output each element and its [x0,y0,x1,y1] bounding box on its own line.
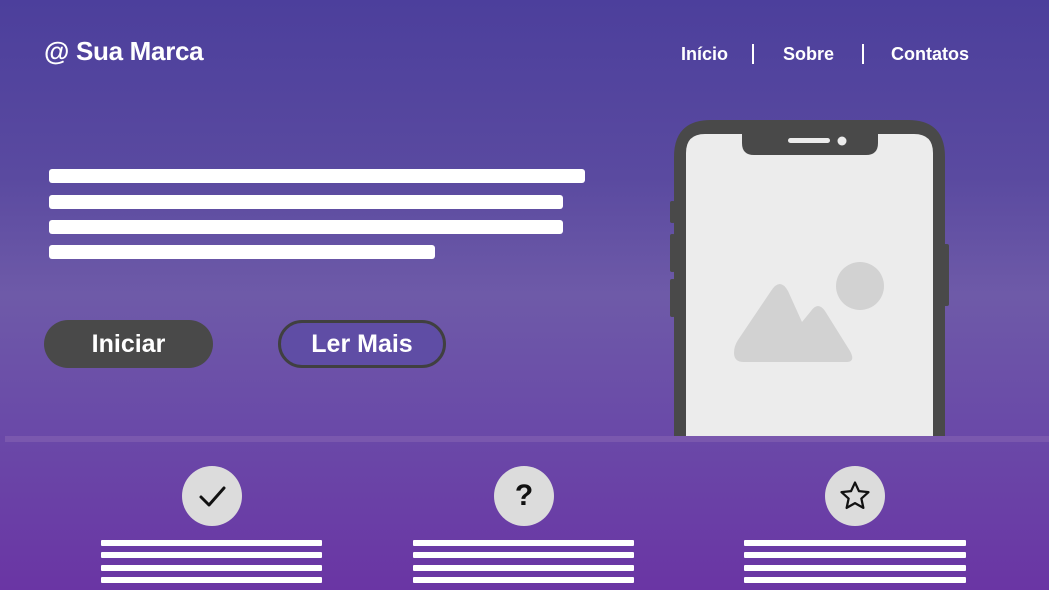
text-line [744,540,966,546]
text-line [744,552,966,558]
section-divider [5,436,1049,442]
text-line [413,552,634,558]
nav-divider [862,44,864,64]
text-line [101,577,322,583]
nav-item-inicio[interactable]: Início [681,44,728,65]
nav-divider [752,44,754,64]
phone-camera [837,136,847,146]
nav-item-sobre[interactable]: Sobre [783,44,834,65]
text-line [49,245,435,259]
text-line [101,540,322,546]
text-line [413,540,634,546]
read-more-button[interactable]: Ler Mais [278,320,446,368]
text-line [744,565,966,571]
phone-screen [686,134,933,439]
text-line [49,220,563,234]
top-nav: Início Sobre Contatos [0,44,1049,66]
check-icon [182,466,242,526]
text-line [49,169,585,183]
text-line [413,577,634,583]
start-button[interactable]: Iniciar [44,320,213,368]
text-line [101,565,322,571]
text-line [744,577,966,583]
star-icon [825,466,885,526]
text-line [413,565,634,571]
phone-mockup [670,120,949,439]
question-icon: ? [494,466,554,526]
text-line [101,552,322,558]
phone-speaker [788,138,830,143]
question-glyph: ? [514,479,534,512]
text-line [49,195,563,209]
nav-item-contatos[interactable]: Contatos [891,44,969,65]
